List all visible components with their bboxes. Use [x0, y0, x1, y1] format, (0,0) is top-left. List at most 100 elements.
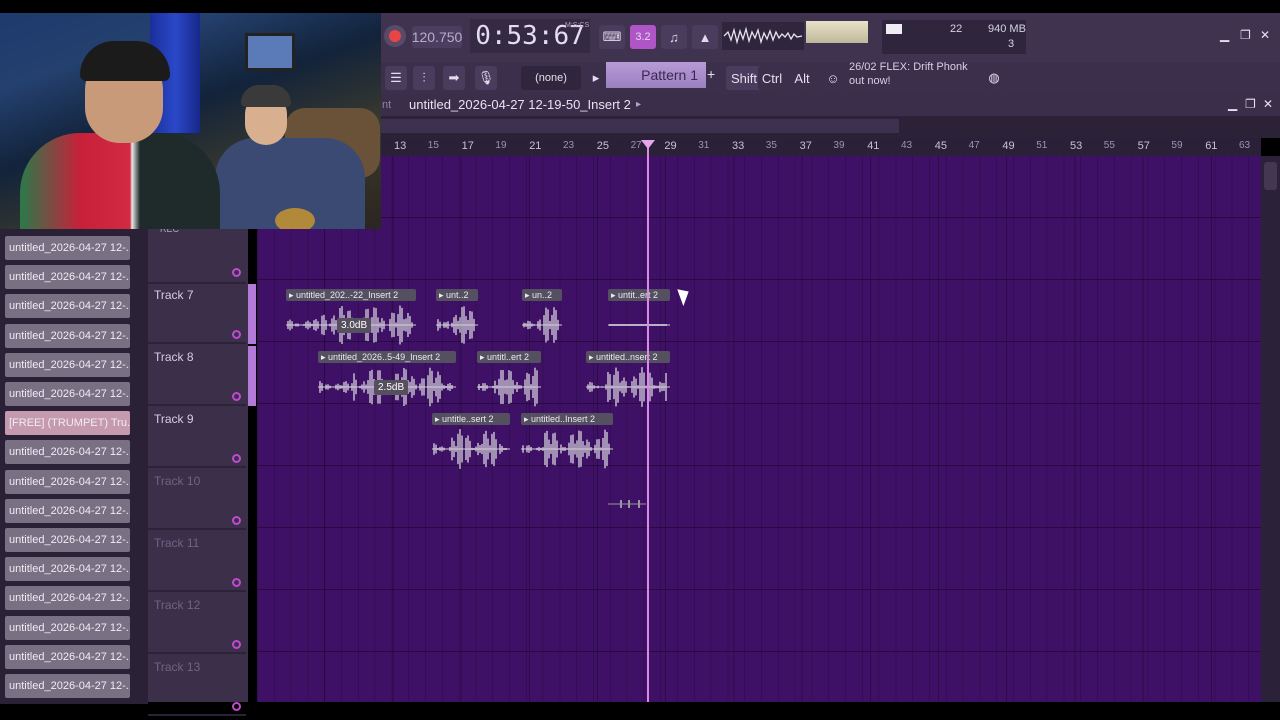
- mixer-icon[interactable]: ⫶: [413, 66, 435, 90]
- track-name: Track 9: [154, 412, 194, 426]
- minimize-icon[interactable]: ▁: [1220, 28, 1229, 42]
- audio-clip[interactable]: ▸ untitled..nsert 2: [586, 351, 670, 411]
- restore-icon[interactable]: ❐: [1240, 28, 1251, 42]
- browser-item[interactable]: untitled_2026-04-27 12-...: [5, 469, 130, 494]
- track-name: Track 10: [154, 474, 201, 488]
- track-name: Track 8: [154, 350, 194, 364]
- audio-clip[interactable]: ▸ unt..2: [436, 289, 478, 349]
- webcam-headphones: [80, 41, 170, 81]
- clip-label: ▸ un..2: [522, 289, 562, 301]
- audio-clip[interactable]: ▸ untitl..ert 2: [477, 351, 541, 411]
- ruler-tick: 35: [765, 140, 777, 151]
- time-format-label: M:S:CS: [565, 22, 590, 29]
- browser-item[interactable]: untitled_2026-04-27 12-...: [5, 586, 130, 611]
- playlist-minimize-icon[interactable]: ▁: [1228, 97, 1237, 111]
- browser-item[interactable]: untitled_2026-04-27 12-...: [5, 265, 130, 290]
- playhead[interactable]: [647, 146, 649, 702]
- browser-item[interactable]: untitled_2026-04-27 12-...: [5, 236, 130, 260]
- browser-item[interactable]: untitled_2026-04-27 12-...: [5, 294, 130, 319]
- track-header[interactable]: Track 7: [148, 284, 246, 344]
- track-header[interactable]: Track 13: [148, 656, 246, 716]
- audio-clip[interactable]: ▸ untitled..Insert 2: [521, 413, 613, 473]
- ruler-tick: 61: [1205, 140, 1218, 152]
- browser-item[interactable]: untitled_2026-04-27 12-...: [5, 440, 130, 465]
- playhead-marker-icon[interactable]: [641, 140, 655, 149]
- close-icon[interactable]: ✕: [1260, 28, 1270, 42]
- track-circle-icon[interactable]: [232, 454, 241, 463]
- track-select-bar[interactable]: [248, 284, 256, 344]
- playlist-grid[interactable]: ▸ untitled_202..-22_Insert 2 ▸ unt..2 ▸ un…: [257, 156, 1261, 702]
- track-header[interactable]: Track 8: [148, 346, 246, 406]
- step-edit-button[interactable]: 3.2: [630, 25, 656, 49]
- browser-item[interactable]: untitled_2026-04-27 12-...: [5, 382, 130, 406]
- audio-clip[interactable]: ▸ untitle..sert 2: [432, 413, 510, 473]
- browser-item[interactable]: untitled_2026-04-27 12-...: [5, 557, 130, 582]
- pattern-selector[interactable]: Pattern 1: [606, 62, 706, 88]
- track-select-bar[interactable]: [248, 346, 256, 406]
- clip-waveform: [608, 324, 670, 326]
- track-circle-icon[interactable]: [232, 516, 241, 525]
- playlist-overview[interactable]: [381, 116, 1280, 138]
- clip-label: ▸ untit..ert 2: [608, 289, 670, 301]
- browser-item[interactable]: untitled_2026-04-27 12-...: [5, 644, 130, 669]
- channel-rack-icon[interactable]: ➡: [443, 66, 465, 90]
- typing-keyboard-icon[interactable]: ⌨: [599, 25, 625, 49]
- news-date: 26/02: [849, 61, 877, 73]
- news-icon[interactable]: ☺: [821, 66, 845, 90]
- playlist-close-icon[interactable]: ✕: [1263, 97, 1273, 111]
- audio-clip[interactable]: ▸ un..2: [522, 289, 562, 349]
- mic-icon[interactable]: 🎙: [475, 66, 497, 90]
- playlist-view-icon[interactable]: ☰: [385, 66, 407, 90]
- track-header[interactable]: Track 11: [148, 532, 246, 592]
- browser-item[interactable]: untitled_2026-04-27 12-...: [5, 352, 130, 377]
- ctrl-button[interactable]: Ctrl: [758, 66, 786, 90]
- shift-button[interactable]: Shift: [726, 66, 762, 90]
- clip-label: ▸ untitled..Insert 2: [521, 413, 613, 425]
- master-peak-meter: [806, 21, 868, 43]
- record-button[interactable]: [384, 25, 406, 47]
- tempo-display[interactable]: 120.750: [412, 26, 462, 48]
- ruler-tick: 33: [732, 140, 745, 152]
- ghost-clip: [608, 496, 646, 508]
- clip-label: ▸ untitled_2026..5-49_Insert 2: [318, 351, 456, 363]
- track-header[interactable]: Track 12: [148, 594, 246, 654]
- news-panel[interactable]: 26/02 FLEX: Drift Phonk out now!: [849, 60, 1009, 92]
- gain-label: 2.5dB: [374, 380, 409, 395]
- pattern-source-select[interactable]: (none): [521, 66, 581, 90]
- timeline-ruler[interactable]: 13 15 17 19 21 23 25 27 29 31 33 35 37 39 41 43 45 47 49 51…: [381, 138, 1261, 156]
- webcam-overlay: [0, 13, 381, 229]
- gain-label: 3.0dB: [337, 318, 372, 333]
- browser-item[interactable]: untitled_2026-04-27 12-...: [5, 615, 130, 640]
- browser-item[interactable]: untitled_2026-04-27 12-...: [5, 498, 130, 523]
- pattern-prev-icon[interactable]: ▸: [589, 66, 603, 90]
- browser-item[interactable]: [FREE] (TRUMPET) Tru...: [5, 411, 130, 436]
- audio-clip[interactable]: ▸ untit..ert 2: [608, 289, 670, 349]
- browser-item[interactable]: untitled_2026-04-27 12-...: [5, 528, 130, 552]
- track-header[interactable]: Track 10: [148, 470, 246, 530]
- browser-item[interactable]: untitled_2026-04-27 12-...: [5, 674, 130, 698]
- ruler-tick: 15: [427, 140, 439, 151]
- browser-item[interactable]: untitled_2026-04-27 12-...: [5, 323, 130, 348]
- playlist-restore-icon[interactable]: ❐: [1245, 97, 1256, 111]
- track-circle-icon[interactable]: [232, 268, 241, 277]
- track-circle-icon[interactable]: [232, 392, 241, 401]
- ruler-tick: 25: [596, 140, 610, 152]
- output-waveform: [722, 22, 804, 50]
- alt-button[interactable]: Alt: [790, 66, 814, 90]
- overview-scroll[interactable]: [381, 119, 899, 133]
- metronome-icon[interactable]: ▲: [692, 25, 718, 49]
- track-circle-icon[interactable]: [232, 330, 241, 339]
- ruler-tick: 13: [394, 140, 407, 152]
- add-pattern-icon[interactable]: +: [707, 66, 715, 82]
- track-headers: REC Track 7 Track 8 Track 9 Track 10 Track 1…: [148, 156, 256, 716]
- track-header[interactable]: Track 9: [148, 408, 246, 468]
- vertical-scrollbar[interactable]: [1261, 156, 1280, 702]
- track-circle-icon[interactable]: [232, 578, 241, 587]
- scroll-thumb[interactable]: [1264, 162, 1277, 190]
- clip-waveform: [586, 367, 670, 407]
- ruler-tick: 23: [563, 140, 575, 151]
- track-circle-icon[interactable]: [232, 640, 241, 649]
- blend-notes-icon[interactable]: ♫: [661, 25, 687, 49]
- title-arrow-icon[interactable]: ▸: [636, 99, 641, 110]
- track-circle-icon[interactable]: [232, 702, 241, 711]
